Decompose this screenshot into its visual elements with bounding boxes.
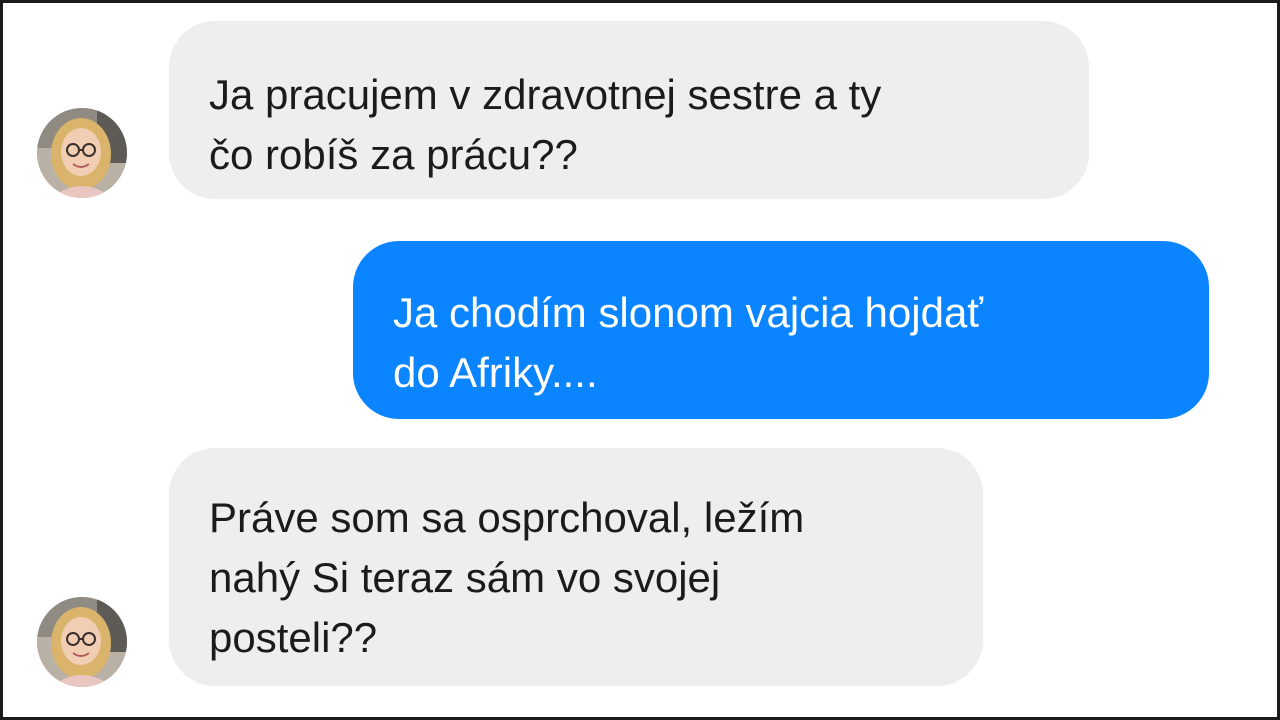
- contact-avatar[interactable]: [37, 597, 127, 687]
- message-text: Práve som sa osprchoval, ležím: [209, 494, 805, 541]
- message-text: do Afriky....: [393, 349, 598, 396]
- message-text: Ja chodím slonom vajcia hojdať: [393, 289, 984, 336]
- avatar-photo: [37, 597, 127, 687]
- message-bubble-incoming[interactable]: Práve som sa osprchoval, ležím nahý Si t…: [169, 448, 983, 686]
- message-text: posteli??: [209, 614, 378, 661]
- message-text: nahý Si teraz sám vo svojej: [209, 554, 721, 601]
- message-text: Ja pracujem v zdravotnej sestre a ty: [209, 71, 882, 118]
- message-bubble-outgoing[interactable]: Ja chodím slonom vajcia hojdať do Afriky…: [353, 241, 1209, 419]
- chat-screen: Ja pracujem v zdravotnej sestre a ty čo …: [0, 0, 1280, 720]
- message-text: čo robíš za prácu??: [209, 131, 578, 178]
- contact-avatar[interactable]: [37, 108, 127, 198]
- message-bubble-incoming[interactable]: Ja pracujem v zdravotnej sestre a ty čo …: [169, 21, 1089, 199]
- avatar-photo: [37, 108, 127, 198]
